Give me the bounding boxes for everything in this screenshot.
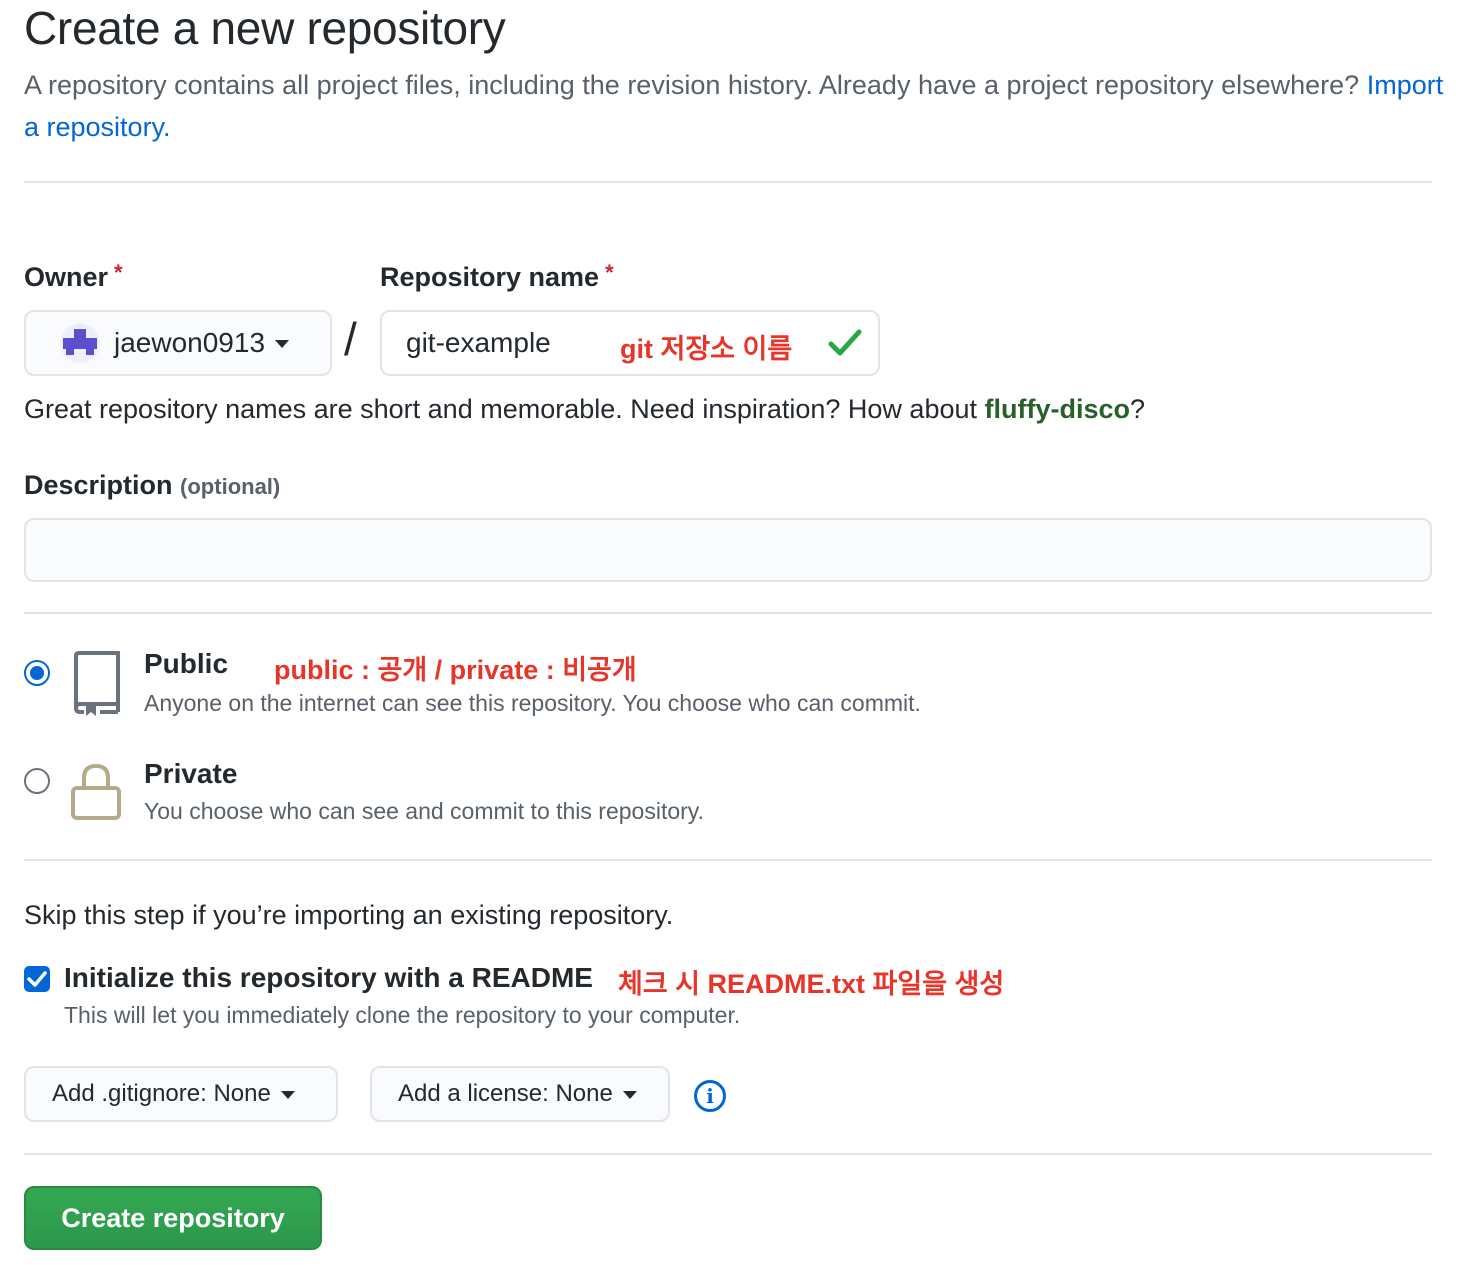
chevron-down-icon (622, 1091, 637, 1099)
readme-annotation: 체크 시 README.txt 파일을 생성 (618, 969, 1005, 999)
page-title: Create a new repository (24, 2, 506, 54)
repo-name-label-text: Repository name (380, 262, 600, 292)
license-prefix: Add a license: (398, 1080, 549, 1107)
repo-name-label: Repository name * (380, 260, 614, 293)
chevron-down-icon (275, 340, 290, 348)
avatar (60, 323, 100, 363)
license-value: None (555, 1080, 613, 1107)
repo-name-annotation: git 저장소 이름 (620, 334, 793, 364)
gitignore-select[interactable]: Add .gitignore: None (24, 1066, 338, 1122)
optional-tag: (optional) (180, 474, 281, 499)
visibility-annotation: public : 공개 / private : 비공개 (274, 655, 637, 685)
divider (24, 612, 1432, 614)
owner-label-text: Owner (24, 262, 109, 292)
private-radio[interactable] (24, 768, 50, 794)
divider (24, 859, 1432, 861)
private-desc: You choose who can see and commit to thi… (144, 798, 704, 824)
lock-icon (70, 762, 122, 827)
checkmark-icon (27, 971, 47, 987)
page-subtitle: A repository contains all project files,… (24, 64, 1444, 148)
license-select[interactable]: Add a license: None (370, 1066, 670, 1122)
divider (24, 181, 1432, 183)
divider (24, 1153, 1432, 1155)
owner-label: Owner * (24, 260, 123, 293)
chevron-down-icon (280, 1091, 295, 1099)
public-title: Public (144, 648, 229, 679)
identicon-icon (63, 329, 97, 355)
hint-text: Great repository names are short and mem… (24, 394, 985, 424)
readme-label[interactable]: Initialize this repository with a README (64, 962, 593, 994)
skip-text: Skip this step if you’re importing an ex… (24, 900, 674, 930)
required-mark: * (114, 260, 123, 285)
subtitle-text: A repository contains all project files,… (24, 70, 1360, 100)
name-suggestion[interactable]: fluffy-disco (985, 394, 1131, 424)
private-title: Private (144, 758, 238, 789)
readme-checkbox[interactable] (24, 966, 50, 992)
owner-value: jaewon0913 (114, 327, 266, 358)
repo-name-value: git-example (406, 327, 551, 358)
info-icon[interactable]: i (694, 1080, 726, 1112)
description-input[interactable] (24, 518, 1432, 582)
public-radio[interactable] (24, 660, 50, 686)
public-desc: Anyone on the internet can see this repo… (144, 690, 921, 716)
owner-select[interactable]: jaewon0913 (24, 310, 332, 376)
check-icon (828, 328, 862, 363)
repo-name-hint: Great repository names are short and mem… (24, 394, 1145, 425)
create-repository-button[interactable]: Create repository (24, 1186, 322, 1250)
readme-desc: This will let you immediately clone the … (64, 1002, 741, 1028)
repo-icon (70, 650, 122, 723)
slash-separator: / (344, 313, 357, 365)
hint-suffix: ? (1130, 394, 1146, 424)
required-mark: * (605, 260, 614, 285)
gitignore-value: None (213, 1080, 271, 1107)
description-label-text: Description (24, 470, 173, 500)
description-label: Description (optional) (24, 470, 280, 501)
gitignore-prefix: Add .gitignore: (52, 1080, 207, 1107)
